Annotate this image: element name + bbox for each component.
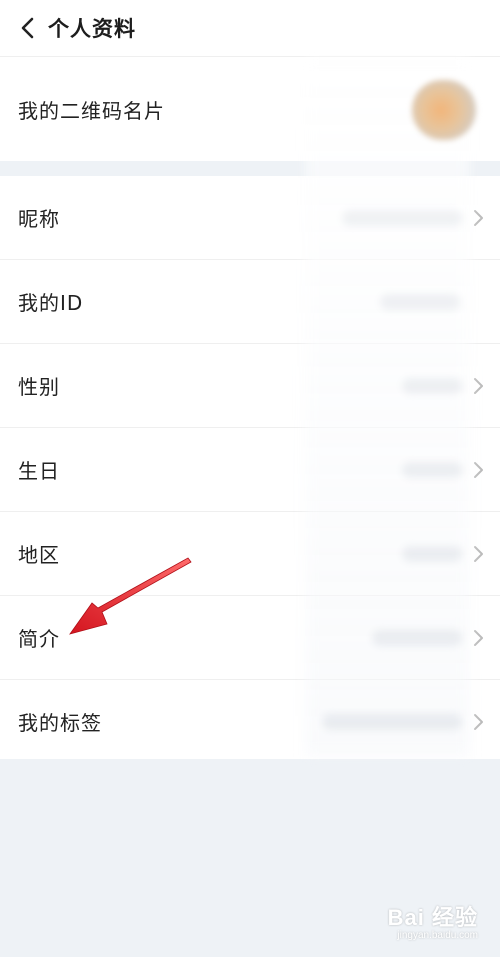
blurred-value xyxy=(380,293,460,310)
profile-row-bio[interactable]: 简介 xyxy=(0,596,500,680)
avatar[interactable] xyxy=(412,80,476,140)
chevron-right-icon xyxy=(474,545,483,562)
blurred-value xyxy=(342,209,462,226)
back-button[interactable] xyxy=(16,17,38,39)
row-label: 昵称 xyxy=(18,207,60,231)
row-label: 我的ID xyxy=(18,291,84,315)
row-label: 性别 xyxy=(18,375,60,399)
qr-card-label: 我的二维码名片 xyxy=(18,99,165,123)
profile-row-tags[interactable]: 我的标签 xyxy=(0,680,500,763)
chevron-right-icon xyxy=(474,713,483,730)
blurred-value xyxy=(402,377,462,394)
blurred-value xyxy=(402,461,462,478)
watermark-url: jingyan.baidu.com xyxy=(397,930,478,941)
chevron-right-icon xyxy=(474,377,483,394)
blurred-value xyxy=(322,713,462,730)
profile-row-id: 我的ID xyxy=(0,260,500,344)
watermark-logo: Bai 经验 xyxy=(387,905,478,930)
blurred-value xyxy=(402,545,462,562)
chevron-right-icon xyxy=(474,209,483,226)
profile-row-birthday[interactable]: 生日 xyxy=(0,428,500,512)
chevron-right-icon xyxy=(474,461,483,478)
watermark: Bai 经验 jingyan.baidu.com xyxy=(388,900,478,941)
chevron-left-icon xyxy=(21,17,34,39)
top-bar: 个人资料 xyxy=(0,0,500,57)
chevron-right-icon xyxy=(474,629,483,646)
profile-row-region[interactable]: 地区 xyxy=(0,512,500,596)
profile-list: 昵称 我的ID 性别 生日 地区 简介 我的标签 xyxy=(0,176,500,759)
row-label: 我的标签 xyxy=(18,711,102,735)
row-label: 生日 xyxy=(18,459,60,483)
row-label: 简介 xyxy=(18,627,60,651)
profile-row-nickname[interactable]: 昵称 xyxy=(0,176,500,260)
page-title: 个人资料 xyxy=(48,17,136,41)
profile-row-gender[interactable]: 性别 xyxy=(0,344,500,428)
row-label: 地区 xyxy=(18,543,60,567)
blurred-value xyxy=(372,629,462,646)
